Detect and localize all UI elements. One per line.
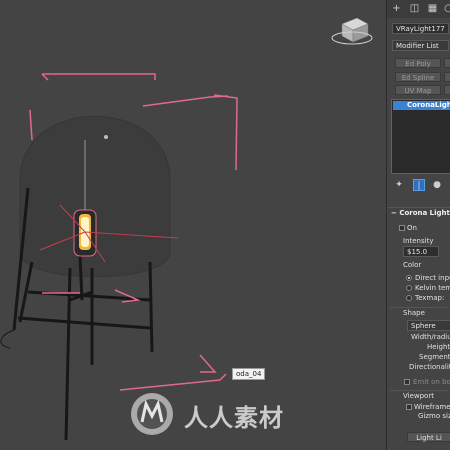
viewport-label: Viewport — [403, 392, 434, 400]
modifier-set-button-1[interactable] — [444, 58, 450, 68]
view-cube — [331, 17, 373, 45]
divider — [390, 390, 448, 391]
emit-on-both-checkbox[interactable] — [404, 379, 410, 385]
texmap-radio[interactable] — [406, 295, 412, 301]
texmap-label: Texmap: — [415, 294, 445, 302]
direct-input-label: Direct input: — [415, 274, 450, 282]
intensity-label: Intensity — [403, 237, 434, 245]
show-end-result-icon[interactable]: | — [413, 179, 425, 191]
pin-stack-icon[interactable]: ✦ — [393, 179, 405, 191]
3d-viewport[interactable]: oda_04 人人素材 — [0, 0, 386, 450]
kelvin-temp-label: Kelvin temp: — [415, 284, 450, 292]
height-label: Height: — [427, 343, 450, 351]
modifier-set-button-3[interactable] — [444, 85, 450, 95]
modifier-stack[interactable]: CoronaLight — [391, 99, 450, 174]
edit-spline-button[interactable]: Ed Spline — [395, 72, 441, 82]
segments-label: Segments: — [419, 353, 450, 361]
object-name-tag: oda_04 — [232, 368, 266, 380]
width-radius-label: Width/radius: — [411, 333, 450, 341]
watermark-text: 人人素材 — [184, 404, 284, 432]
rollout-title: Corona Light — [399, 209, 450, 217]
stack-tools: ✦ | ● — [387, 179, 450, 193]
wireframe-label: Wireframe — [414, 403, 450, 411]
color-label: Color — [403, 261, 422, 269]
light-target-dot — [104, 135, 108, 139]
modifier-set-button-2[interactable] — [444, 72, 450, 82]
uv-map-button[interactable]: UV Map — [395, 85, 441, 95]
command-panel: + ◫ ▦ ○ VRayLight177 Modifier List Ed Po… — [386, 0, 450, 450]
edit-poly-button[interactable]: Ed Poly — [395, 58, 441, 68]
motion-tab-icon[interactable]: ○ — [443, 3, 450, 14]
kelvin-temp-radio[interactable] — [406, 285, 412, 291]
on-label: On — [407, 224, 417, 232]
gizmo-size-label: Gizmo size: — [418, 412, 450, 420]
command-panel-tabs: + ◫ ▦ ○ — [387, 0, 450, 18]
wireframe-checkbox[interactable] — [406, 404, 412, 410]
modifier-list-dropdown[interactable]: Modifier List — [392, 40, 449, 51]
shape-dropdown[interactable]: Sphere — [407, 320, 450, 331]
hierarchy-tab-icon[interactable]: ▦ — [427, 3, 438, 14]
make-unique-icon[interactable]: ● — [431, 179, 443, 191]
watermark-logo-icon — [131, 393, 173, 435]
viewport-canvas — [0, 17, 373, 441]
shape-label: Shape — [403, 309, 425, 317]
light-lister-button[interactable]: Light Li — [407, 432, 450, 442]
intensity-spinner[interactable]: $15.0 — [403, 246, 439, 257]
power-cord — [0, 329, 15, 349]
stack-item-coronalight[interactable]: CoronaLight — [393, 101, 450, 110]
emit-on-both-label: Emit on both — [413, 378, 450, 386]
divider — [390, 307, 448, 308]
modify-tab-icon[interactable]: ◫ — [409, 3, 420, 14]
direct-input-radio[interactable] — [406, 275, 412, 281]
on-checkbox[interactable] — [399, 225, 405, 231]
create-tab-icon[interactable]: + — [391, 3, 402, 14]
directionality-label: Directionality: — [409, 363, 450, 371]
object-name-field[interactable]: VRayLight177 — [392, 23, 449, 34]
corona-light-rollout-header[interactable]: − Corona Light — [387, 207, 450, 218]
